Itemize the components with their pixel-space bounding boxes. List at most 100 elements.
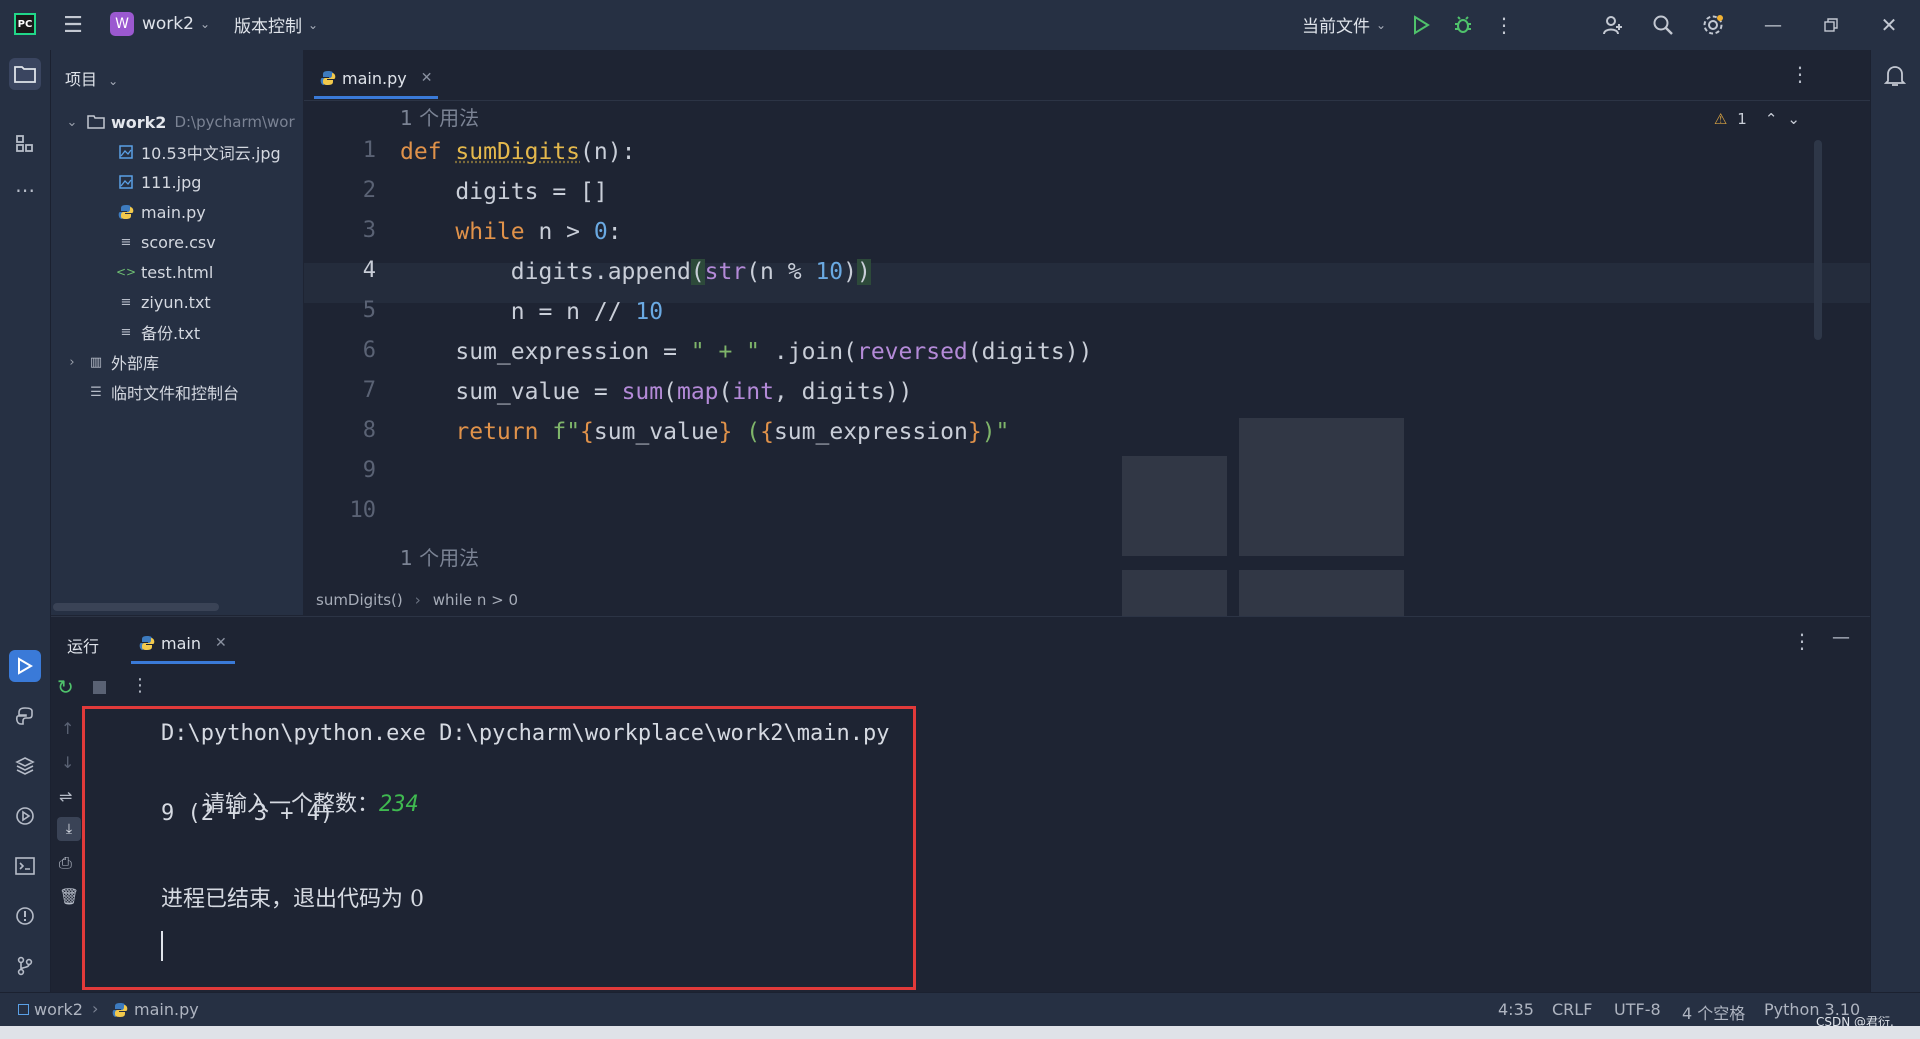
structure-icon[interactable] (9, 128, 41, 160)
python-console-icon[interactable] (9, 700, 41, 732)
code-line-1[interactable]: def sumDigits(n): (400, 132, 635, 172)
rerun-icon[interactable]: ↻ (57, 675, 74, 699)
line-number[interactable]: 5 (363, 298, 376, 323)
file-item[interactable]: 111.jpg (117, 168, 201, 196)
add-user-icon[interactable] (1600, 12, 1626, 38)
code-line-6[interactable]: sum_expression = " + " .join(reversed(di… (400, 332, 1092, 372)
line-number[interactable]: 9 (363, 458, 376, 483)
breadcrumb-item[interactable]: while n > 0 (433, 591, 518, 609)
breadcrumb-item[interactable]: sumDigits() (316, 591, 403, 609)
horizontal-scrollbar[interactable] (53, 603, 219, 611)
code-line-2[interactable]: digits = [] (400, 172, 607, 212)
notifications-bell-icon[interactable] (1883, 64, 1907, 92)
inspection-widget[interactable]: ⚠ 1 ⌃ ⌄ (1714, 110, 1800, 128)
hide-panel-icon[interactable]: — (1832, 627, 1850, 648)
main-menu-icon[interactable]: ☰ (60, 12, 86, 38)
more-tools-icon[interactable]: ⋯ (9, 174, 41, 206)
git-icon[interactable] (9, 950, 41, 982)
services-icon[interactable] (9, 800, 41, 832)
vertical-scrollbar[interactable] (1814, 140, 1822, 340)
code-line-3[interactable]: while n > 0: (400, 212, 621, 252)
file-item[interactable]: 10.53中文词云.jpg (117, 138, 281, 166)
status-file[interactable]: main.py (134, 1000, 199, 1019)
usage-hint[interactable]: 1 个用法 (400, 102, 479, 131)
close-tab-icon[interactable]: ✕ (421, 70, 433, 86)
search-icon[interactable] (1650, 12, 1676, 38)
python-file-icon (112, 1002, 128, 1018)
tab-main-py[interactable]: main.py ✕ (314, 60, 439, 99)
run-icon[interactable] (1408, 12, 1434, 38)
stop-icon[interactable] (93, 681, 106, 694)
status-indent[interactable]: 4 个空格 (1682, 1000, 1745, 1024)
file-name: 10.53中文词云.jpg (141, 144, 281, 163)
arrow-up-icon[interactable]: ↑ (61, 719, 74, 738)
python-file-icon (320, 70, 336, 86)
tree-scratches[interactable]: ☰ 临时文件和控制台 (87, 378, 239, 406)
tree-external-libs[interactable]: › ▥ 外部库 (63, 348, 159, 376)
file-name: score.csv (141, 232, 216, 252)
html-file-icon: <> (115, 265, 137, 279)
scroll-to-end-icon[interactable]: ⤓ (57, 817, 81, 841)
code-line-7[interactable]: sum_value = sum(map(int, digits)) (400, 372, 912, 412)
close-tab-icon[interactable]: ✕ (215, 635, 227, 651)
right-toolbar (1870, 50, 1920, 992)
usage-hint[interactable]: 1 个用法 (400, 542, 479, 571)
tab-label: main.py (342, 68, 407, 88)
chevron-down-icon[interactable]: ⌄ (63, 115, 81, 130)
line-number[interactable]: 7 (363, 378, 376, 403)
status-encoding[interactable]: UTF-8 (1614, 1000, 1661, 1019)
image-file-icon (117, 145, 135, 159)
print-icon[interactable]: ⎙ (59, 853, 72, 873)
run-tab-main[interactable]: main ✕ (131, 625, 235, 664)
line-number[interactable]: 3 (363, 218, 376, 243)
restore-icon[interactable] (1818, 12, 1844, 38)
line-number[interactable]: 4 (363, 258, 376, 283)
project-switcher[interactable]: W work2 ⌄ (110, 12, 210, 36)
more-actions-icon[interactable]: ⋮ (1494, 12, 1514, 38)
problems-icon[interactable] (9, 900, 41, 932)
file-item[interactable]: ≡ score.csv (117, 228, 216, 256)
debug-icon[interactable] (1450, 12, 1476, 38)
file-item[interactable]: ≡ ziyun.txt (117, 288, 211, 316)
arrow-down-icon[interactable]: ↓ (61, 753, 74, 772)
pycharm-logo-icon[interactable]: PC (14, 13, 36, 35)
run-config-selector[interactable]: 当前文件 ⌄ (1302, 12, 1386, 37)
project-panel-header[interactable]: 项目 ⌄ (65, 66, 118, 90)
chevron-right-icon[interactable]: › (63, 355, 81, 370)
code-line-4[interactable]: digits.append(str(n % 10)) (400, 252, 871, 292)
chevron-up-icon[interactable]: ⌃ (1765, 110, 1778, 128)
file-name: ziyun.txt (141, 292, 211, 312)
trash-icon[interactable]: 🗑 (59, 887, 79, 906)
project-folder-icon[interactable] (9, 58, 41, 90)
status-line-separator[interactable]: CRLF (1552, 1000, 1592, 1019)
project-panel: 项目 ⌄ ⌄ work2 D:\pycharm\wor 10.53中文词云.jp… (51, 50, 303, 615)
vcs-menu[interactable]: 版本控制 ⌄ (234, 12, 318, 37)
tree-root[interactable]: ⌄ work2 D:\pycharm\wor (63, 108, 295, 136)
line-number[interactable]: 2 (363, 178, 376, 203)
code-line-8[interactable]: return f"{sum_value} ({sum_expression})" (400, 412, 1009, 452)
minimize-icon[interactable]: — (1760, 12, 1786, 38)
terminal-icon[interactable] (9, 850, 41, 882)
python-file-icon (117, 204, 135, 220)
file-item[interactable]: main.py (117, 198, 206, 226)
run-options-icon[interactable]: ⋮ (1792, 629, 1812, 653)
line-number[interactable]: 1 (363, 138, 376, 163)
file-item[interactable]: ≡ 备份.txt (117, 318, 201, 346)
file-item[interactable]: <> test.html (115, 258, 213, 286)
settings-icon[interactable] (1700, 12, 1726, 38)
status-project[interactable]: work2 (34, 1000, 83, 1019)
line-number[interactable]: 8 (363, 418, 376, 443)
soft-wrap-icon[interactable]: ⇌ (59, 787, 72, 806)
run-tool-icon[interactable] (9, 650, 41, 682)
status-position[interactable]: 4:35 (1498, 1000, 1534, 1019)
more-icon[interactable]: ⋮ (131, 675, 149, 696)
code-line-5[interactable]: n = n // 10 (400, 292, 663, 332)
python-packages-icon[interactable] (9, 750, 41, 782)
editor-options-icon[interactable]: ⋮ (1790, 62, 1810, 86)
close-icon[interactable]: ✕ (1876, 12, 1902, 38)
chevron-down-icon: ⌄ (1376, 17, 1387, 32)
chevron-down-icon[interactable]: ⌄ (1787, 110, 1800, 128)
line-number[interactable]: 10 (350, 498, 377, 523)
line-number[interactable]: 6 (363, 338, 376, 363)
code-area[interactable]: 1 个用法 def sumDigits(n): digits = [] whil… (396, 100, 1836, 600)
